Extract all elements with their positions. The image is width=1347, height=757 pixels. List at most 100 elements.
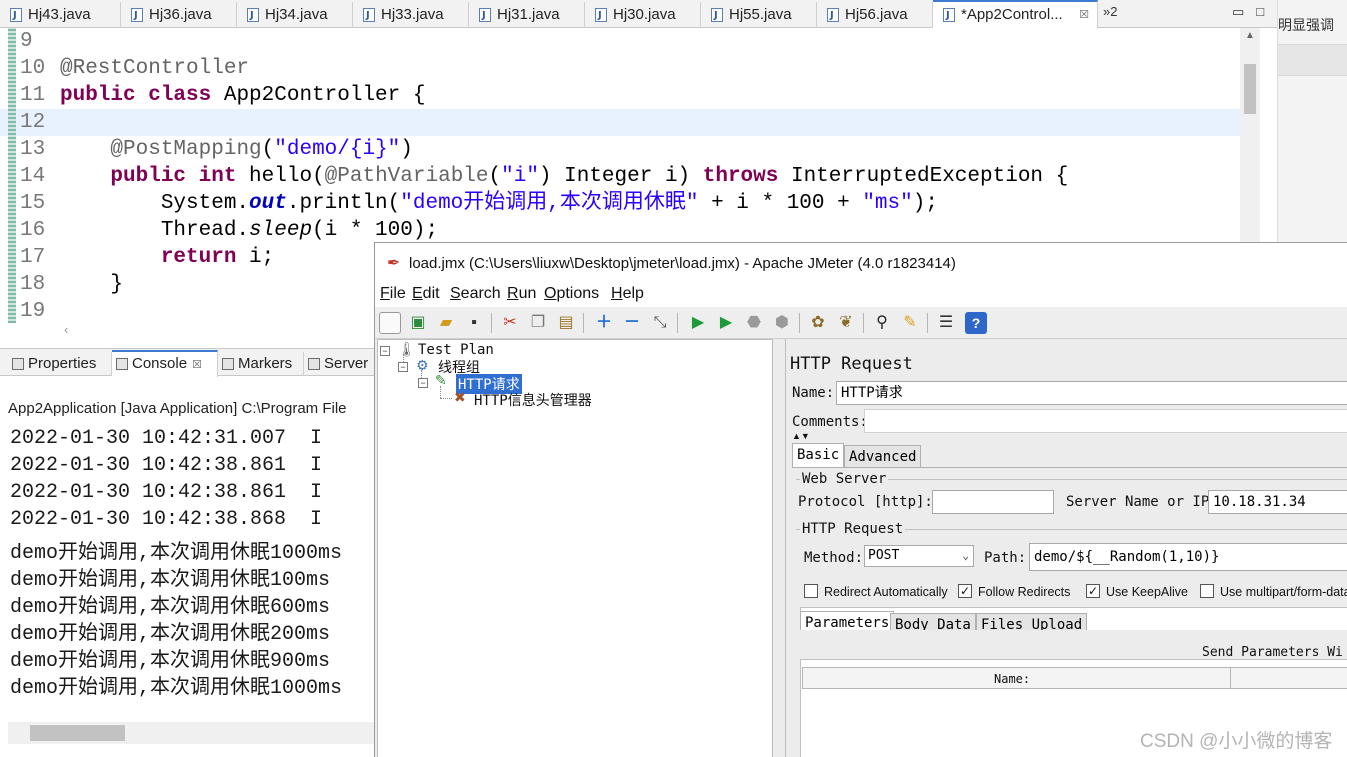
menu-file[interactable]: File [380,285,406,303]
collapse-icon[interactable]: − [398,362,408,372]
editor-tab[interactable]: Hj43.java [0,2,121,28]
editor-tab[interactable]: Hj31.java [469,2,585,28]
server-input[interactable]: 10.18.31.34 [1208,490,1347,514]
code-line[interactable]: 15 System.out.println("demo开始调用,本次调用休眠" … [0,190,1240,217]
copy-icon[interactable]: ❐ [527,312,549,334]
splitter-arrows-icon[interactable]: ▲▼ [792,431,810,441]
code-token: out [249,192,287,215]
paste-icon[interactable]: ▤ [555,312,577,334]
stop-icon[interactable]: ⬣ [743,312,765,334]
close-icon[interactable]: ☒ [1079,2,1089,28]
scroll-up-icon[interactable]: ▲ [1245,30,1255,41]
desktop: Hj43.java Hj36.java Hj34.java Hj33.java Hj31… [0,0,1347,757]
console-horizontal-scrollbar[interactable] [8,722,376,744]
code-line[interactable]: 9 [0,28,1240,55]
option-checkbox[interactable]: ✓ Use KeepAlive [1086,584,1188,599]
tree-item-header-manager[interactable]: HTTP信息头管理器 [474,390,592,410]
checkbox-checked-icon[interactable]: ✓ [958,584,972,598]
menu-search[interactable]: Search [450,285,501,303]
code-text: @PostMapping("demo/{i}") [60,136,412,163]
protocol-input[interactable] [932,490,1054,514]
new-file-icon[interactable] [379,312,401,334]
menu-run[interactable]: Run [507,285,536,303]
code-text: @RestController [60,55,249,82]
path-input[interactable]: demo/${__Random(1,10)} [1029,543,1347,571]
menu-options[interactable]: Options [544,285,599,303]
open-folder-icon[interactable]: ▰ [435,312,457,334]
java-file-icon [479,3,491,28]
start-icon[interactable]: ▶ [687,312,709,334]
editor-tab[interactable]: *App2Control... ☒ [933,0,1098,29]
code-line[interactable]: 10 @RestController [0,55,1240,82]
editor-tab[interactable]: Hj33.java [353,2,469,28]
editor-tab-label: Hj56.java [845,6,908,23]
gear-icon: ⚙ [416,357,429,373]
java-file-icon [943,3,955,29]
column-name[interactable]: Name: [994,672,1030,686]
checkbox-empty-icon[interactable] [1200,584,1214,598]
checkbox-checked-icon[interactable]: ✓ [1086,584,1100,598]
templates-icon[interactable]: ▣ [407,312,429,334]
option-checkbox[interactable]: ✓ Follow Redirects [958,584,1070,599]
view-tab-server[interactable]: Server [304,352,380,376]
editor-tab[interactable]: Hj55.java [701,2,817,28]
search-icon[interactable]: ⚲ [871,312,893,334]
view-tab-console[interactable]: Console ☒ [112,350,218,377]
code-token: ( [488,165,502,188]
console-line: demo开始调用,本次调用休眠100ms [10,569,331,592]
tab-advanced[interactable]: Advanced [844,445,922,467]
help-icon[interactable]: ? [965,312,987,334]
code-line[interactable]: 16 Thread.sleep(i * 100); [0,217,1240,244]
editor-tab[interactable]: Hj30.java [585,2,701,28]
save-icon[interactable]: ▪ [463,312,485,334]
method-select[interactable]: POST ⌄ [864,545,974,567]
code-token: @PostMapping [110,138,262,161]
scroll-thumb[interactable] [1244,64,1256,114]
scroll-left-icon[interactable]: ‹ [64,322,68,337]
menu-edit[interactable]: Edit [412,285,440,303]
code-line[interactable]: 11 public class App2Controller { [0,82,1240,109]
view-tab-markers[interactable]: Markers [218,352,304,376]
name-input[interactable]: HTTP请求 [836,381,1347,405]
close-icon[interactable]: ☒ [192,359,202,371]
checkbox-empty-icon[interactable] [804,584,818,598]
collapse-icon[interactable]: − [380,346,390,356]
tree-item-test-plan[interactable]: Test Plan [418,342,494,358]
menu-help[interactable]: Help [611,285,644,303]
start-no-pause-icon[interactable]: ▶ [715,312,737,334]
params-table-header [802,667,1347,689]
line-number: 14 [20,165,46,188]
code-token: hello( [236,165,325,188]
editor-window-controls[interactable]: ▭□ [1232,4,1276,20]
comments-input[interactable] [864,409,1347,433]
code-line[interactable]: 13 @PostMapping("demo/{i}") [0,136,1240,163]
code-line[interactable]: 12 [0,109,1240,136]
code-line[interactable]: 14 public int hello(@PathVariable("i") I… [0,163,1240,190]
function-helper-icon[interactable]: ☰ [935,312,957,334]
clear-icon[interactable]: ✿ [807,312,829,334]
collapse-icon[interactable]: − [418,378,428,388]
option-checkbox[interactable]: Use multipart/form-data [1200,584,1347,599]
editor-tab[interactable]: Hj34.java [237,2,353,28]
clear-all-icon[interactable]: ❦ [835,312,857,334]
option-checkbox[interactable]: Redirect Automatically [804,584,948,599]
code-token: ( [261,138,275,161]
view-icon [222,358,234,370]
line-number: 16 [20,219,46,242]
shutdown-icon[interactable]: ⬢ [771,312,793,334]
toggle-icon[interactable]: ⤡ [649,312,671,334]
tab-overflow[interactable]: »2 [1103,4,1117,19]
code-text: Thread.sleep(i * 100); [60,217,438,244]
cut-icon[interactable]: ✂ [499,312,521,334]
tab-basic[interactable]: Basic [792,443,845,467]
scroll-thumb[interactable] [30,725,125,741]
reset-search-icon[interactable]: ✎ [899,312,921,334]
expand-icon[interactable]: ＋ [593,312,615,334]
collapse-icon[interactable]: － [621,312,643,334]
jmeter-window: ✒ load.jmx (C:\Users\liuxw\Desktop\jmete… [374,242,1347,757]
editor-tab[interactable]: Hj36.java [121,2,237,28]
view-tab-properties[interactable]: Properties [8,352,112,376]
protocol-label: Protocol [http]: [798,494,933,510]
editor-tab[interactable]: Hj56.java [817,2,933,28]
